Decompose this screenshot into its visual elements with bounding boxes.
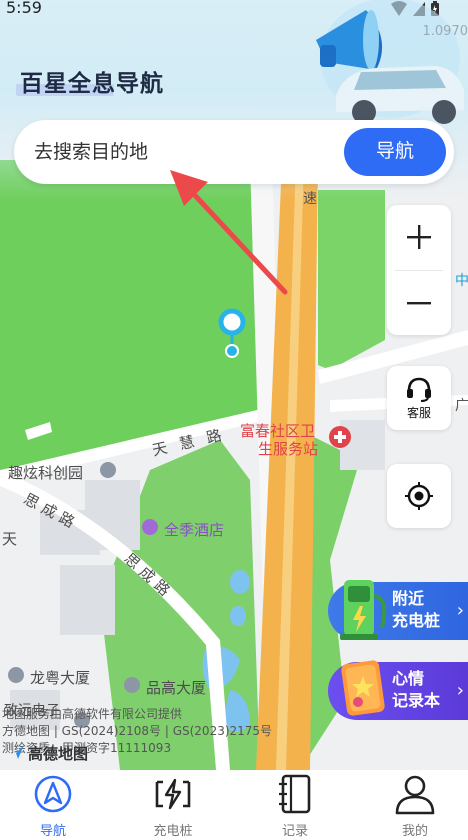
- poi-label-building: 品高大厦: [146, 679, 207, 697]
- poi-label-edge: 广: [455, 398, 468, 414]
- minus-icon: [407, 302, 431, 305]
- promo-line: 充电桩: [392, 611, 441, 630]
- status-time: 5:59: [6, 0, 42, 17]
- diary-book-icon: [341, 660, 385, 716]
- promo-charging-text: 附近 充电桩: [392, 588, 440, 632]
- tab-profile[interactable]: 我的: [368, 770, 462, 840]
- app-title: 百星全息导航: [20, 71, 164, 97]
- plus-icon: [407, 225, 431, 249]
- amap-logo: 高德地图: [28, 745, 89, 763]
- poi-label-park: 趣炫科创园: [8, 464, 84, 482]
- poi-label-edge: 中: [455, 273, 468, 289]
- bottom-tab-bar: 导航 充电桩 记录 我的: [0, 770, 468, 840]
- poi-label-building: 龙粤大厦: [30, 669, 91, 687]
- mood-diary-promo[interactable]: 心情 记录本 ›: [328, 660, 468, 720]
- search-bar: 导航: [14, 120, 454, 184]
- headset-icon: [407, 377, 431, 402]
- version-label: 1.0970: [422, 24, 468, 39]
- nearby-charging-promo[interactable]: 附近 充电桩 ›: [328, 580, 468, 640]
- poi-label-building: 致远电子: [4, 703, 60, 719]
- hero-illustration: 1.0970: [306, 0, 468, 130]
- navigation-arrow-icon: [33, 770, 73, 818]
- person-icon: [394, 770, 436, 818]
- promo-line: 心情: [392, 669, 425, 688]
- zoom-in-button[interactable]: [387, 205, 451, 269]
- tab-records[interactable]: 记录: [248, 770, 342, 840]
- zoom-controls: [387, 205, 451, 335]
- zoom-out-button[interactable]: [387, 271, 451, 335]
- tab-label: 记录: [281, 824, 308, 839]
- promo-line: 记录本: [392, 691, 441, 710]
- attribution-line: 方德地图 | GS(2024)2108号 | GS(2023)2175号: [2, 724, 273, 738]
- navigate-button[interactable]: 导航: [344, 128, 446, 176]
- tab-label: 我的: [401, 824, 428, 839]
- poi-label-hotel: 全季酒店: [164, 521, 225, 539]
- locate-button[interactable]: [387, 464, 451, 528]
- promo-line: 附近: [392, 589, 425, 608]
- notebook-icon: [277, 770, 313, 818]
- search-input[interactable]: [34, 132, 334, 172]
- promo-mood-text: 心情 记录本: [392, 668, 440, 712]
- locate-crosshair-icon: [405, 482, 433, 510]
- megaphone-car-illustration: [316, 0, 464, 124]
- road-label: 速: [303, 191, 317, 207]
- tab-charging[interactable]: 充电桩: [126, 770, 220, 840]
- customer-service-button[interactable]: 客服: [387, 366, 451, 430]
- poi-label-clinic: 生服务站: [258, 440, 319, 458]
- chevron-right-icon: ›: [456, 680, 464, 701]
- charging-station-icon: [340, 580, 387, 640]
- chevron-right-icon: ›: [456, 600, 464, 621]
- tab-label: 充电桩: [153, 824, 193, 839]
- road-label: 天: [2, 530, 18, 548]
- customer-service-label: 客服: [406, 405, 431, 420]
- tab-navigation[interactable]: 导航: [6, 770, 100, 840]
- amap-logo-icon: [10, 745, 24, 759]
- charging-bolt-icon: [153, 770, 193, 818]
- tab-label: 导航: [39, 824, 66, 839]
